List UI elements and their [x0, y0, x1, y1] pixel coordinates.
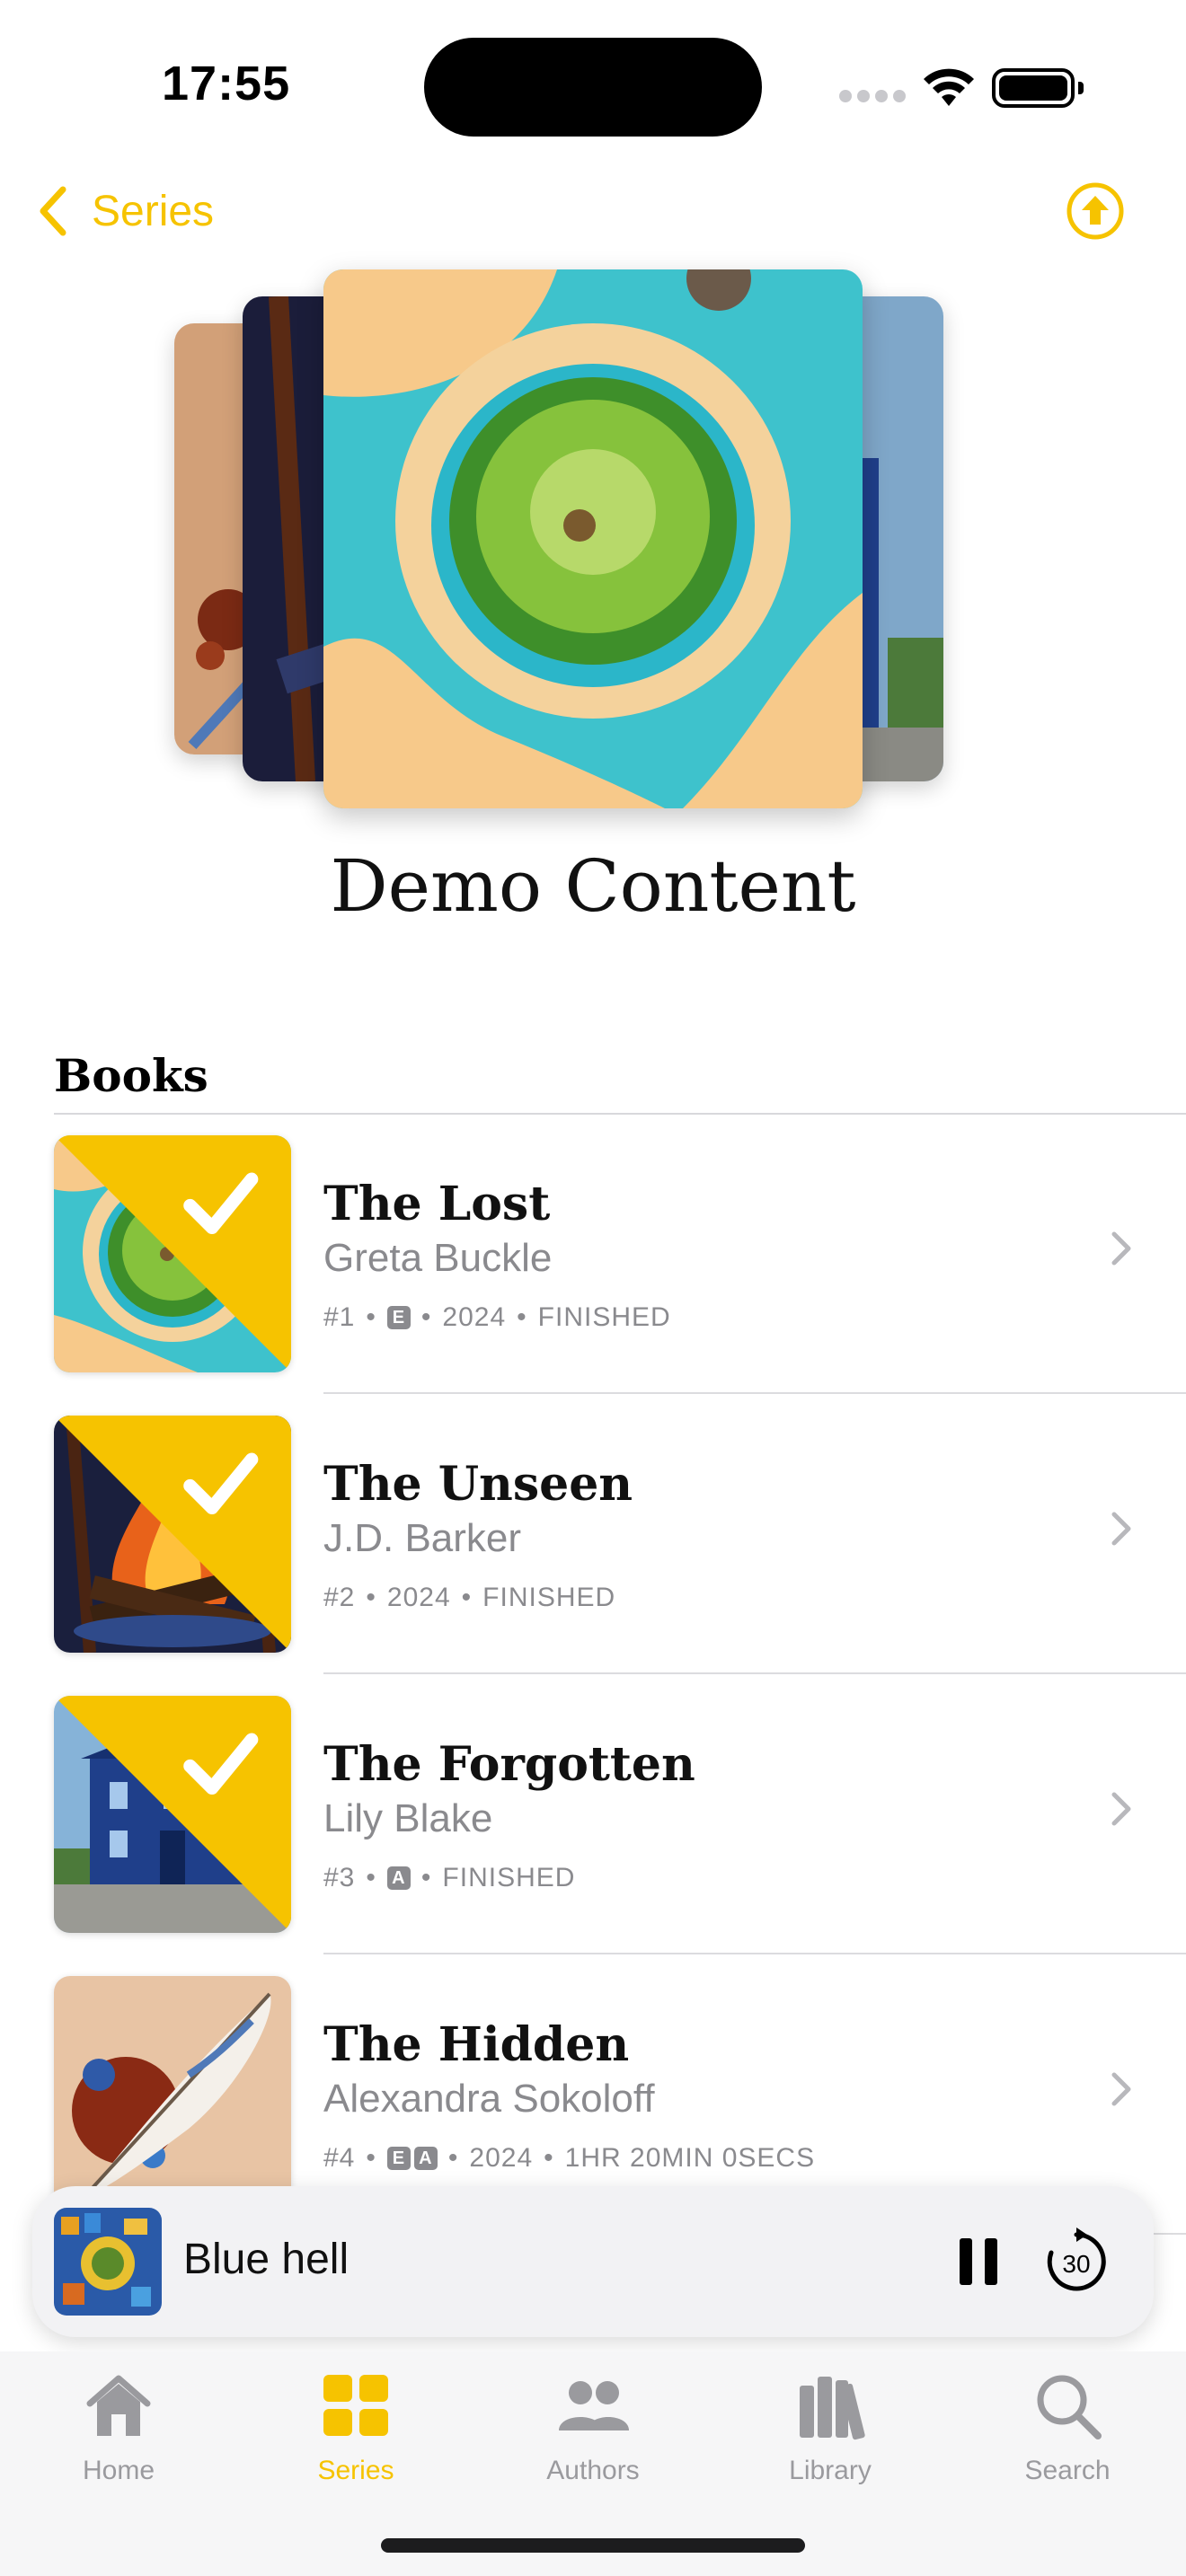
- book-cover: [54, 1416, 291, 1653]
- format-badges: E A: [386, 2147, 438, 2170]
- grid-icon: [323, 2375, 388, 2436]
- book-row-the-forgotten[interactable]: The Forgotten Lily Blake #3 • A • FINISH…: [0, 1674, 1186, 1954]
- book-number: #4: [323, 2143, 356, 2173]
- audiobook-badge: A: [413, 2147, 438, 2170]
- now-playing-title: Blue hell: [183, 2236, 350, 2283]
- wifi-icon: [924, 68, 974, 106]
- book-row-the-unseen[interactable]: The Unseen J.D. Barker #2 • 2024 • FINIS…: [0, 1394, 1186, 1674]
- book-number: #3: [323, 1863, 356, 1892]
- chevron-right-icon: [1111, 2072, 1131, 2106]
- book-author: J.D. Barker: [323, 1516, 522, 1560]
- ebook-badge: E: [386, 2147, 411, 2170]
- tab-authors[interactable]: Authors: [474, 2368, 712, 2486]
- dynamic-island: [424, 38, 762, 137]
- home-indicator: [381, 2538, 805, 2553]
- book-title: The Lost: [323, 1177, 551, 1231]
- audiobook-badge: A: [386, 1866, 411, 1890]
- status-time: 17:55: [162, 57, 291, 110]
- book-number: #1: [323, 1302, 356, 1332]
- upload-icon[interactable]: [1066, 181, 1125, 241]
- tab-series[interactable]: Series: [237, 2368, 474, 2486]
- status-bar: 17:55: [0, 0, 1186, 180]
- now-playing-artwork: [54, 2208, 162, 2316]
- book-author: Alexandra Sokoloff: [323, 2077, 655, 2121]
- book-meta: #2 • 2024 • FINISHED: [323, 1583, 616, 1612]
- chevron-left-icon: [40, 186, 66, 236]
- book-title: The Unseen: [323, 1457, 633, 1512]
- book-duration: 1HR 20MIN 0SECS: [564, 2143, 816, 2173]
- book-cover: [54, 1976, 291, 2213]
- cellular-signal-icon: [839, 90, 906, 102]
- magnifier-icon: [1037, 2375, 1102, 2439]
- series-cover-stack: [0, 260, 1186, 817]
- book-meta: #3 • A • FINISHED: [323, 1863, 576, 1892]
- book-cover: [54, 1135, 291, 1372]
- book-number: #2: [323, 1583, 356, 1612]
- finished-check-icon: [54, 1416, 291, 1653]
- house-icon: [86, 2375, 151, 2436]
- books-section-header: Books: [54, 1049, 208, 1102]
- finished-check-icon: [54, 1696, 291, 1933]
- book-title: The Forgotten: [323, 1737, 695, 1792]
- back-button-label: Series: [92, 187, 215, 235]
- book-row-the-lost[interactable]: The Lost Greta Buckle #1 • E • 2024 • FI…: [0, 1114, 1186, 1394]
- series-title: Demo Content: [330, 844, 856, 928]
- pause-icon[interactable]: [952, 2233, 1006, 2290]
- tab-label: Search: [1024, 2456, 1111, 2485]
- mini-player[interactable]: Blue hell 30: [32, 2186, 1154, 2337]
- back-button[interactable]: Series: [32, 180, 214, 243]
- finished-check-icon: [54, 1135, 291, 1372]
- chevron-right-icon: [1111, 1231, 1131, 1266]
- book-status: FINISHED: [442, 1863, 576, 1892]
- tab-search[interactable]: Search: [949, 2368, 1186, 2486]
- ebook-badge: E: [386, 1306, 411, 1329]
- book-year: 2024: [469, 2143, 534, 2173]
- book-status: FINISHED: [482, 1583, 616, 1612]
- cover-island-art: [323, 269, 863, 808]
- book-author: Greta Buckle: [323, 1236, 553, 1280]
- tab-label: Library: [789, 2456, 872, 2485]
- book-author: Lily Blake: [323, 1796, 493, 1840]
- book-cover: [54, 1696, 291, 1933]
- books-icon: [800, 2377, 865, 2440]
- tab-home[interactable]: Home: [0, 2368, 237, 2486]
- book-meta: #4 • E A • 2024 • 1HR 20MIN 0SECS: [323, 2143, 816, 2173]
- battery-icon: [992, 68, 1084, 108]
- book-status: FINISHED: [537, 1302, 671, 1332]
- tab-library[interactable]: Library: [712, 2368, 949, 2486]
- book-year: 2024: [442, 1302, 507, 1332]
- book-title: The Hidden: [323, 2017, 630, 2072]
- book-year: 2024: [386, 1583, 451, 1612]
- chevron-right-icon: [1111, 1792, 1131, 1826]
- people-icon: [559, 2381, 629, 2430]
- tab-label: Authors: [546, 2456, 640, 2485]
- tab-label: Series: [317, 2456, 394, 2485]
- chevron-right-icon: [1111, 1512, 1131, 1546]
- skip-forward-30-icon[interactable]: 30: [1040, 2226, 1112, 2298]
- tab-label: Home: [82, 2456, 155, 2485]
- skip-interval-label: 30: [1062, 2250, 1090, 2278]
- book-meta: #1 • E • 2024 • FINISHED: [323, 1302, 671, 1332]
